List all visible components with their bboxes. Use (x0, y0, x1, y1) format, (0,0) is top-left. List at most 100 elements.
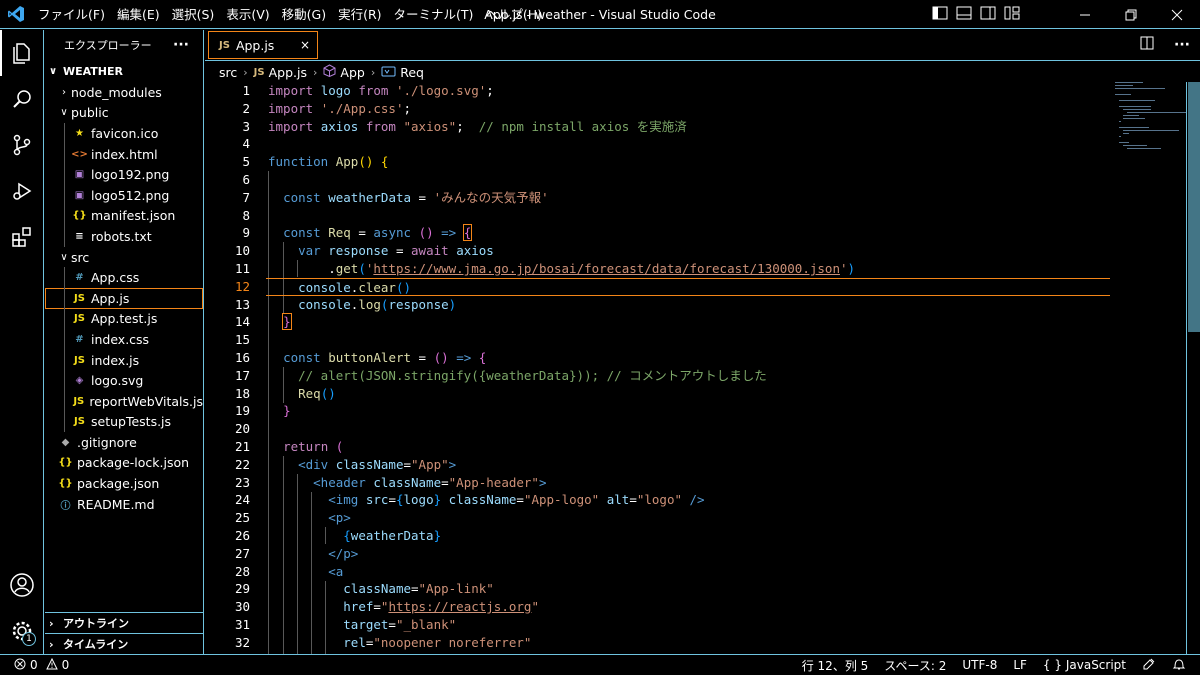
code-content[interactable]: import logo from './logo.svg'; import '.… (266, 82, 1118, 652)
code-line: function App() { (268, 154, 389, 170)
tree-file[interactable]: {} manifest.json (45, 205, 203, 227)
tree-item-label: favicon.ico (91, 125, 159, 141)
line-number: 18 (234, 385, 250, 401)
tree-file[interactable]: ≡ robots.txt (45, 226, 203, 247)
line-number: 1 (242, 83, 250, 98)
menu-run[interactable]: 実行(R) (332, 0, 387, 29)
account-icon[interactable] (0, 562, 44, 608)
js-file-icon: JS (219, 39, 230, 51)
extensions-icon[interactable] (0, 214, 44, 260)
tree-item-label: public (71, 105, 109, 121)
tree-file[interactable]: {} package-lock.json (45, 453, 203, 474)
tree-file[interactable]: JS App.js (45, 287, 203, 309)
toggle-secondary-sidebar-icon[interactable] (980, 6, 996, 24)
breadcrumb-component[interactable]: App (340, 65, 364, 80)
tree-file[interactable]: ▣ logo512.png (45, 184, 203, 206)
tree-file[interactable]: JS reportWebVitals.js (45, 390, 203, 412)
breadcrumb-folder[interactable]: src (219, 65, 237, 80)
restore-button[interactable] (1108, 0, 1154, 29)
end-of-line[interactable]: LF (1013, 658, 1027, 672)
toggle-panel-icon[interactable] (956, 6, 972, 24)
indentation[interactable]: スペース: 2 (884, 657, 946, 674)
vscode-logo-icon (0, 0, 32, 29)
chevron-right-icon: › (62, 86, 66, 98)
minimize-button[interactable] (1062, 0, 1108, 29)
scrollbar-thumb[interactable] (1188, 82, 1200, 332)
breadcrumb-symbol[interactable]: Req (400, 65, 424, 80)
outline-section[interactable]: › アウトライン (45, 612, 203, 633)
tree-item-label: App.test.js (91, 311, 158, 327)
feedback-icon[interactable] (1142, 657, 1156, 674)
git-file-icon: ◆ (61, 436, 70, 448)
tree-item-label: index.js (91, 352, 140, 368)
tree-file[interactable]: ◈ logo.svg (45, 370, 203, 391)
tree-item-label: manifest.json (91, 208, 176, 224)
cursor-position[interactable]: 行 12、列 5 (802, 657, 869, 674)
run-debug-icon[interactable] (0, 168, 44, 214)
timeline-section[interactable]: › タイムライン (45, 633, 203, 654)
code-line: } (282, 313, 292, 331)
menu-selection[interactable]: 選択(S) (166, 0, 221, 29)
source-control-icon[interactable] (0, 122, 44, 168)
menu-help[interactable]: ヘルプ(H) (479, 0, 548, 29)
tree-file[interactable]: ▣ logo192.png (45, 164, 203, 185)
menu-view[interactable]: 表示(V) (220, 0, 275, 29)
sidebar-header: エクスプローラー ··· (45, 30, 203, 60)
tree-file[interactable]: ★ favicon.ico (45, 123, 203, 144)
search-icon[interactable] (0, 76, 44, 122)
tree-item-label: index.css (91, 331, 150, 347)
menu-terminal[interactable]: ターミナル(T) (388, 0, 480, 29)
customize-layout-icon[interactable] (1004, 6, 1020, 24)
tree-indent-guide (64, 287, 65, 309)
editor-tabs: JS App.js × ··· (205, 30, 1200, 61)
tree-file[interactable]: # App.css (45, 267, 203, 288)
code-line: console.log(response) (298, 296, 457, 312)
more-actions-icon[interactable]: ··· (173, 37, 189, 53)
encoding[interactable]: UTF-8 (962, 658, 997, 672)
tree-file[interactable]: <> index.html (45, 143, 203, 165)
tree-file[interactable]: # index.css (45, 329, 203, 350)
tree-file[interactable]: {} package.json (45, 473, 203, 494)
tree-item-label: App.js (91, 290, 130, 306)
tree-file[interactable]: JS index.js (45, 349, 203, 371)
tree-file[interactable]: JS App.test.js (45, 308, 203, 330)
tree-folder[interactable]: › node_modules (45, 82, 203, 103)
breadcrumb-file[interactable]: App.js (269, 65, 307, 80)
chevron-down-icon: ∨ (60, 107, 68, 119)
gear-icon[interactable]: 1 (0, 608, 44, 654)
tree-file[interactable]: ⓘ README.md (45, 494, 203, 515)
explorer-icon[interactable] (0, 30, 44, 76)
tree-file[interactable]: JS setupTests.js (45, 411, 203, 433)
close-button[interactable] (1154, 0, 1200, 29)
language-mode[interactable]: { } JavaScript (1043, 658, 1126, 672)
split-editor-icon[interactable] (1140, 36, 1154, 54)
line-number: 13 (234, 296, 250, 312)
vertical-scrollbar[interactable] (1186, 82, 1200, 654)
problems-indicator[interactable]: 0 0 (0, 657, 69, 673)
minimap[interactable] (1115, 82, 1187, 152)
tab-app-js[interactable]: JS App.js × (208, 31, 318, 59)
close-icon[interactable]: × (300, 38, 310, 52)
info-file-icon: ⓘ (60, 500, 71, 512)
notifications-icon[interactable] (1172, 657, 1186, 674)
toggle-primary-sidebar-icon[interactable] (932, 6, 948, 24)
error-icon (14, 658, 26, 673)
more-actions-icon[interactable]: ··· (1174, 37, 1190, 53)
code-line: <div className="App"> (298, 456, 457, 472)
menu-file[interactable]: ファイル(F) (32, 0, 111, 29)
line-number: 19 (234, 403, 250, 419)
line-number: 24 (234, 492, 250, 508)
menu-edit[interactable]: 編集(E) (111, 0, 166, 29)
menu-go[interactable]: 移動(G) (276, 0, 332, 29)
tree-folder[interactable]: ∨ src (45, 247, 203, 268)
code-editor[interactable]: 1 2 3 4 5 6 7 8 9 10 11 12 13 14 15 16 17 18 19 20 21 22 23 24 2… (205, 82, 1200, 654)
tree-file[interactable]: ◆ .gitignore (45, 432, 203, 453)
code-line: {weatherData} (343, 527, 442, 543)
js-file-icon: JS (74, 354, 85, 366)
workspace-folder[interactable]: ∨ WEATHER (45, 60, 203, 82)
line-number: 25 (234, 510, 250, 526)
tree-folder[interactable]: ∨ public (45, 103, 203, 124)
explorer-sidebar: エクスプローラー ··· ∨ WEATHER › node_modules ∨ pub… (45, 30, 204, 654)
